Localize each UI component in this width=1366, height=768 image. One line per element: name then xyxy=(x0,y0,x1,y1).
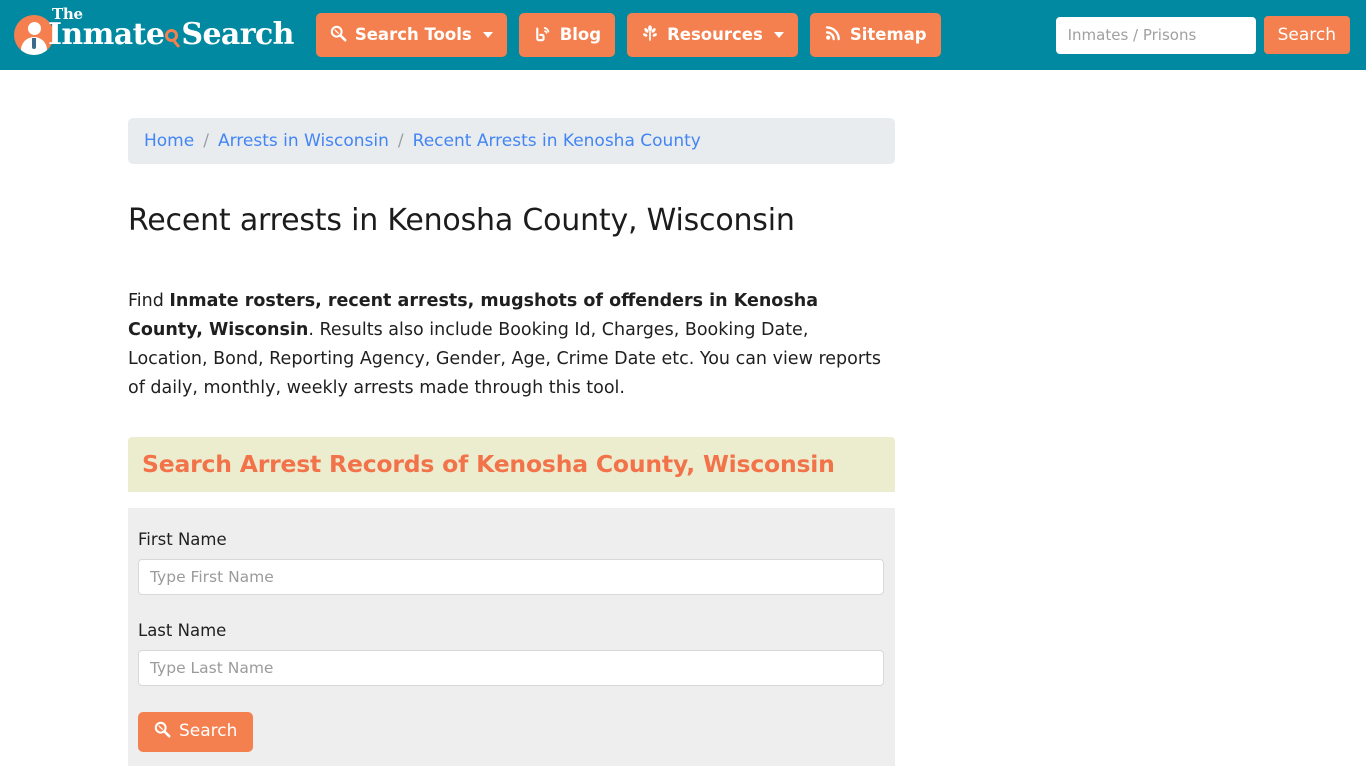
nav-search-tools-label: Search Tools xyxy=(354,24,472,44)
magnifier-icon xyxy=(164,26,181,50)
rss-feed-icon xyxy=(824,24,842,46)
nav-sitemap-label: Sitemap xyxy=(849,24,927,44)
arrest-search-form: First Name Last Name Search xyxy=(128,508,895,766)
logo-tie-detail xyxy=(32,38,36,49)
last-name-input[interactable] xyxy=(138,649,884,686)
magnifier-icon xyxy=(154,721,171,742)
site-header: The Inmate Search Search Tools Blog Reso… xyxy=(0,0,1366,70)
search-panel-heading-bar: Search Arrest Records of Kenosha County,… xyxy=(128,436,895,493)
content-container: Home / Arrests in Wisconsin / Recent Arr… xyxy=(128,118,895,766)
page-body: Home / Arrests in Wisconsin / Recent Arr… xyxy=(0,70,1366,766)
blogger-b-icon xyxy=(533,24,552,47)
breadcrumb-item-recent-arrests-kenosha[interactable]: Recent Arrests in Kenosha County xyxy=(413,131,701,151)
first-name-input[interactable] xyxy=(138,559,884,596)
breadcrumb-item-arrests-in-wisconsin[interactable]: Arrests in Wisconsin xyxy=(218,131,389,151)
chevron-down-icon xyxy=(773,32,784,38)
header-search-button[interactable]: Search xyxy=(1263,16,1350,54)
chevron-down-icon xyxy=(482,32,493,38)
sprout-leaf-icon xyxy=(641,24,659,46)
search-panel-heading: Search Arrest Records of Kenosha County,… xyxy=(142,449,835,478)
nav-search-tools-button[interactable]: Search Tools xyxy=(315,13,507,57)
nav-resources-button[interactable]: Resources xyxy=(627,13,798,57)
breadcrumb: Home / Arrests in Wisconsin / Recent Arr… xyxy=(128,118,895,165)
nav-resources-label: Resources xyxy=(667,24,763,44)
nav-blog-label: Blog xyxy=(559,24,602,44)
breadcrumb-separator: / xyxy=(203,131,209,151)
breadcrumb-separator: / xyxy=(397,131,404,151)
nav-blog-button[interactable]: Blog xyxy=(518,13,616,57)
magnifier-icon xyxy=(330,25,347,46)
brand-the-text: The xyxy=(52,5,83,23)
form-search-button[interactable]: Search xyxy=(138,711,254,752)
page-title: Recent arrests in Kenosha County, Wiscon… xyxy=(128,203,795,239)
nav-sitemap-button[interactable]: Sitemap xyxy=(809,13,941,57)
last-name-label: Last Name xyxy=(138,621,227,641)
breadcrumb-item-home[interactable]: Home xyxy=(144,131,194,151)
first-name-label: First Name xyxy=(138,530,227,550)
brand-main-text: Inmate Search xyxy=(48,19,294,51)
intro-lead: Find xyxy=(128,290,170,311)
form-search-label: Search xyxy=(179,721,238,742)
site-logo[interactable]: The Inmate Search xyxy=(14,5,294,58)
brand-wordmark: The Inmate Search xyxy=(48,5,294,51)
search-input[interactable] xyxy=(1055,16,1256,54)
brand-word-search: Search xyxy=(181,17,294,52)
intro-paragraph: Find Inmate rosters, recent arrests, mug… xyxy=(128,287,888,403)
header-search-group: Search xyxy=(1055,0,1350,70)
